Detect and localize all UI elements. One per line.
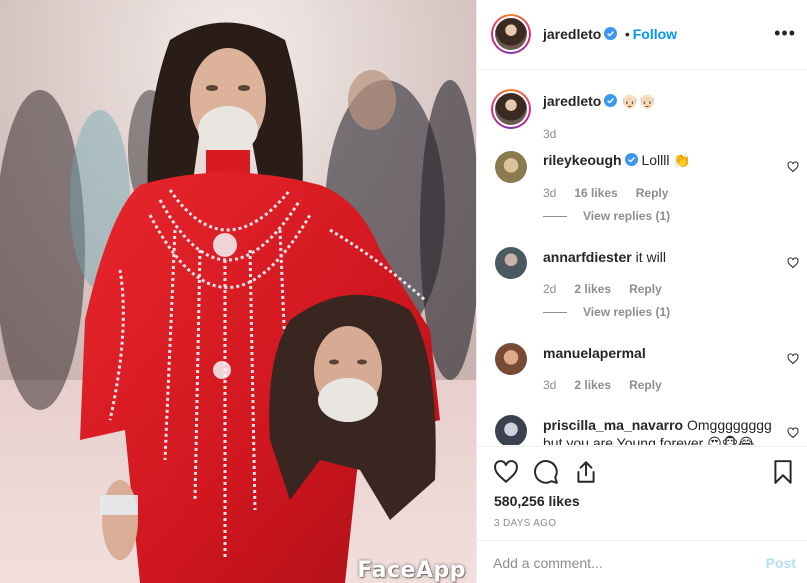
comment-likes[interactable]: 2 likes xyxy=(574,378,611,392)
comment-time[interactable]: 2d xyxy=(543,282,556,296)
share-icon[interactable] xyxy=(573,459,599,485)
header-username[interactable]: jaredleto xyxy=(543,26,601,42)
caption-time[interactable]: 3d xyxy=(543,127,556,141)
follow-button[interactable]: Follow xyxy=(633,26,677,42)
caption-text: 👴🏻👴🏻 xyxy=(621,93,657,109)
view-replies-button[interactable]: View replies (1) xyxy=(543,305,670,319)
comment-like-heart-icon[interactable] xyxy=(787,427,799,439)
post-actions: 580,256 likes 3 DAYS AGO xyxy=(477,446,807,530)
caption: jaredleto 👴🏻👴🏻 xyxy=(543,93,656,110)
comment-time[interactable]: 3d xyxy=(543,378,556,392)
comment-time[interactable]: 3d xyxy=(543,186,556,200)
divider xyxy=(543,312,567,314)
verified-badge-icon xyxy=(604,27,618,40)
comment-text: Omgggggggg xyxy=(686,417,772,433)
comment-username[interactable]: rileykeough xyxy=(543,152,622,168)
comment-avatar[interactable] xyxy=(495,151,527,183)
caption-avatar[interactable] xyxy=(491,89,531,129)
comment-3: priscilla_ma_navarro Omgggggggg xyxy=(543,417,772,433)
heart-icon[interactable] xyxy=(493,459,519,485)
divider xyxy=(543,216,567,218)
caption-username[interactable]: jaredleto xyxy=(543,93,601,109)
comment-continuation: but you are Young forever 😍🐵😂 xyxy=(543,435,755,445)
view-replies-button[interactable]: View replies (1) xyxy=(543,209,670,223)
comment-likes[interactable]: 2 likes xyxy=(574,282,611,296)
post-button[interactable]: Post xyxy=(766,555,796,571)
faceapp-watermark: FaceApp xyxy=(357,558,466,583)
comment-username[interactable]: annarfdiester xyxy=(543,249,632,265)
post-timestamp[interactable]: 3 DAYS AGO xyxy=(494,518,556,529)
reply-button[interactable]: Reply xyxy=(629,282,662,296)
comment-like-heart-icon[interactable] xyxy=(787,257,799,269)
view-replies-label: View replies (1) xyxy=(583,209,671,223)
reply-button[interactable]: Reply xyxy=(629,378,662,392)
post-header: jaredleto • Follow ••• xyxy=(477,0,807,70)
comment-0: rileykeough Lollll 👏 xyxy=(543,152,691,169)
comments-list[interactable]: jaredleto 👴🏻👴🏻 3d rileykeough Lollll 👏 3… xyxy=(477,71,807,445)
header-separator: • xyxy=(624,26,630,42)
comment-meta: 2d 2 likes Reply xyxy=(543,282,680,296)
avatar[interactable] xyxy=(491,14,531,54)
bookmark-icon[interactable] xyxy=(770,459,796,485)
comment-username[interactable]: manuelapermal xyxy=(543,345,646,361)
post-photo[interactable]: FaceApp xyxy=(0,0,476,583)
comment-text: it will xyxy=(635,249,666,265)
comment-avatar[interactable] xyxy=(495,415,527,445)
comment-meta: 3d 16 likes Reply xyxy=(543,186,686,200)
comment-1: annarfdiester it will xyxy=(543,249,666,265)
comment-input[interactable] xyxy=(493,553,743,573)
comment-meta: 3d 2 likes Reply xyxy=(543,378,680,392)
comment-username[interactable]: priscilla_ma_navarro xyxy=(543,417,683,433)
view-replies-label: View replies (1) xyxy=(583,305,671,319)
post-side-panel: jaredleto • Follow ••• jaredleto 👴🏻👴🏻 3d … xyxy=(476,0,807,583)
comment-2: manuelapermal xyxy=(543,345,646,361)
comment-avatar[interactable] xyxy=(495,247,527,279)
photo-illustration xyxy=(0,0,476,583)
more-horizontal-icon[interactable]: ••• xyxy=(774,24,796,42)
comment-likes[interactable]: 16 likes xyxy=(574,186,617,200)
add-comment-bar: Post xyxy=(477,540,807,583)
comment-like-heart-icon[interactable] xyxy=(787,353,799,365)
comment-avatar[interactable] xyxy=(495,343,527,375)
verified-badge-icon xyxy=(624,153,638,166)
verified-badge-icon xyxy=(604,94,618,107)
comment-like-heart-icon[interactable] xyxy=(787,161,799,173)
comment-text: Lollll 👏 xyxy=(641,152,691,168)
reply-button[interactable]: Reply xyxy=(636,186,669,200)
comment-icon[interactable] xyxy=(533,459,559,485)
likes-count[interactable]: 580,256 likes xyxy=(494,493,580,509)
